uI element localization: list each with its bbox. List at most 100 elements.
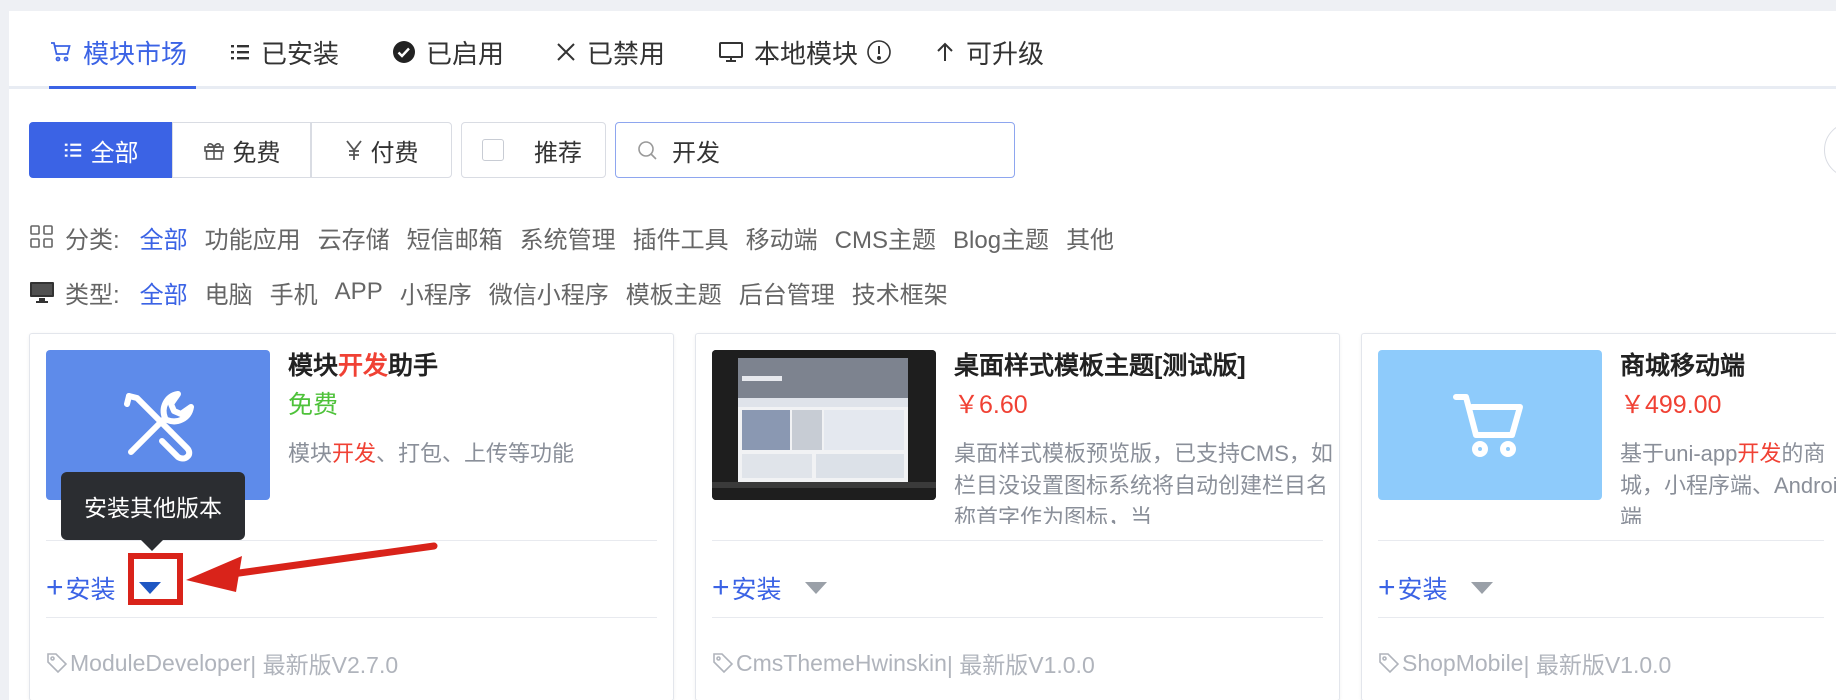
module-meta: ModuleDeveloper | 最新版V2.7.0 [46, 646, 398, 680]
tab-installed[interactable]: 已安装 [229, 37, 339, 69]
yen-icon [345, 140, 362, 160]
category-option[interactable]: CMS主题 [835, 220, 936, 255]
install-button[interactable]: + 安装 [46, 570, 116, 606]
tab-local-modules[interactable]: 本地模块 [718, 37, 892, 69]
plus-icon: + [712, 571, 730, 604]
active-tab-indicator [49, 86, 196, 89]
check-circle-icon [393, 41, 415, 63]
tab-label: 已安装 [261, 38, 340, 69]
filter-all-label: 全部 [90, 139, 139, 167]
tab-disabled[interactable]: 已禁用 [555, 37, 665, 69]
recommend-checkbox[interactable]: 推荐 [461, 122, 606, 178]
category-option[interactable]: 插件工具 [633, 220, 729, 255]
module-meta: CmsThemeHwinskin | 最新版V1.0.0 [712, 646, 1095, 680]
filter-all-button[interactable]: 全部 [29, 122, 172, 178]
install-other-version-dropdown[interactable] [1468, 576, 1496, 600]
search-input[interactable] [672, 136, 972, 164]
category-option[interactable]: 短信邮箱 [407, 220, 503, 255]
install-other-version-dropdown[interactable] [802, 576, 830, 600]
category-filter-row: 分类: 全部 功能应用 云存储 短信邮箱 系统管理 插件工具 移动端 CMS主题… [29, 220, 1131, 255]
type-option[interactable]: 模板主题 [626, 275, 722, 310]
caret-down-icon [805, 582, 827, 594]
module-thumbnail[interactable] [1378, 350, 1602, 500]
type-option[interactable]: 小程序 [400, 275, 472, 310]
category-option[interactable]: 系统管理 [520, 220, 616, 255]
tab-label: 模块市场 [83, 38, 188, 69]
module-info: 模块开发助手 免费 模块开发、打包、上传等功能 [288, 348, 668, 524]
module-title[interactable]: 模块开发助手 [288, 348, 668, 384]
cart-icon [1453, 394, 1523, 457]
divider [712, 617, 1323, 618]
search-box[interactable] [615, 122, 1015, 178]
more-button[interactable] [1824, 122, 1836, 178]
plus-icon: + [1378, 571, 1396, 604]
tag-icon [1379, 653, 1400, 674]
close-icon [557, 43, 575, 61]
tag-icon [47, 653, 68, 674]
tooltip-arrow [141, 540, 163, 551]
filter-free-label: 免费 [232, 139, 281, 167]
tab-label: 已禁用 [587, 38, 666, 69]
module-price: 免费 [288, 391, 339, 419]
monitor-icon [29, 279, 55, 305]
cart-icon [51, 42, 71, 62]
tab-enabled[interactable]: 已启用 [392, 37, 504, 69]
category-option[interactable]: 移动端 [746, 220, 818, 255]
module-description: 模块开发、打包、上传等功能 [288, 441, 575, 466]
module-thumbnail[interactable] [712, 350, 936, 500]
type-label: 类型: [65, 281, 120, 309]
category-option[interactable]: 其他 [1066, 220, 1114, 255]
module-code: ShopMobile [1402, 649, 1524, 676]
category-label: 分类: [65, 226, 120, 254]
module-meta: ShopMobile | 最新版V1.0.0 [1378, 646, 1671, 680]
type-option[interactable]: APP [335, 278, 383, 306]
module-title[interactable]: 商城移动端 [1620, 348, 1836, 384]
filter-free-button[interactable]: 免费 [172, 122, 311, 178]
category-option[interactable]: 全部 [140, 220, 188, 255]
install-button[interactable]: + 安装 [1378, 570, 1448, 606]
type-option[interactable]: 手机 [270, 275, 318, 310]
tab-upgradable[interactable]: 可升级 [934, 37, 1044, 69]
category-option[interactable]: 云存储 [318, 220, 390, 255]
tab-label: 已启用 [426, 38, 505, 69]
caret-down-icon [1471, 582, 1493, 594]
tab-label: 本地模块 [754, 38, 859, 69]
arrow-up-icon [937, 42, 953, 61]
filter-paid-button[interactable]: 付费 [311, 122, 452, 178]
module-version: | 最新版V2.7.0 [250, 652, 399, 678]
module-title[interactable]: 桌面样式模板主题[测试版] [954, 348, 1334, 384]
install-button[interactable]: + 安装 [712, 570, 782, 606]
module-version: | 最新版V1.0.0 [946, 652, 1095, 678]
tab-module-market[interactable]: 模块市场 [49, 37, 187, 69]
desktop-screenshot [712, 350, 936, 500]
install-label: 安装 [731, 576, 782, 604]
annotation-highlight-box [128, 553, 183, 605]
type-option[interactable]: 后台管理 [739, 275, 835, 310]
divider [1378, 540, 1824, 541]
module-code: CmsThemeHwinskin [736, 649, 947, 676]
type-option[interactable]: 全部 [140, 275, 188, 310]
type-option[interactable]: 电脑 [205, 275, 253, 310]
type-option[interactable]: 技术框架 [852, 275, 948, 310]
module-description: 桌面样式模板预览版，已支持CMS，如栏目没设置图标系统将自动创建栏目名称首字作为… [954, 441, 1333, 524]
divider [46, 617, 657, 618]
tooltip: 安装其他版本 [61, 472, 245, 540]
tab-bar: 模块市场 已安装 已启用 已禁用 本地模块 可升级 [9, 11, 1836, 89]
checkbox-box[interactable] [482, 139, 504, 161]
divider [1378, 617, 1824, 618]
grid-icon [29, 224, 55, 250]
type-option[interactable]: 微信小程序 [489, 275, 609, 310]
divider [46, 540, 657, 541]
tag-icon [713, 653, 734, 674]
module-info: 商城移动端 ￥499.00 基于uni-app开发的商城，小程序端、Androi… [1620, 348, 1836, 524]
module-price: ￥6.60 [954, 391, 1028, 419]
category-option[interactable]: Blog主题 [953, 220, 1049, 255]
category-option[interactable]: 功能应用 [205, 220, 301, 255]
install-label: 安装 [1397, 576, 1448, 604]
recommend-label: 推荐 [534, 139, 582, 167]
module-card: 商城移动端 ￥499.00 基于uni-app开发的商城，小程序端、Androi… [1361, 333, 1836, 700]
tab-label: 可升级 [966, 38, 1045, 69]
type-filter-row: 类型: 全部 电脑 手机 APP 小程序 微信小程序 模板主题 后台管理 技术框… [29, 275, 965, 310]
info-circle-icon[interactable] [866, 39, 892, 65]
module-version: | 最新版V1.0.0 [1523, 652, 1672, 678]
